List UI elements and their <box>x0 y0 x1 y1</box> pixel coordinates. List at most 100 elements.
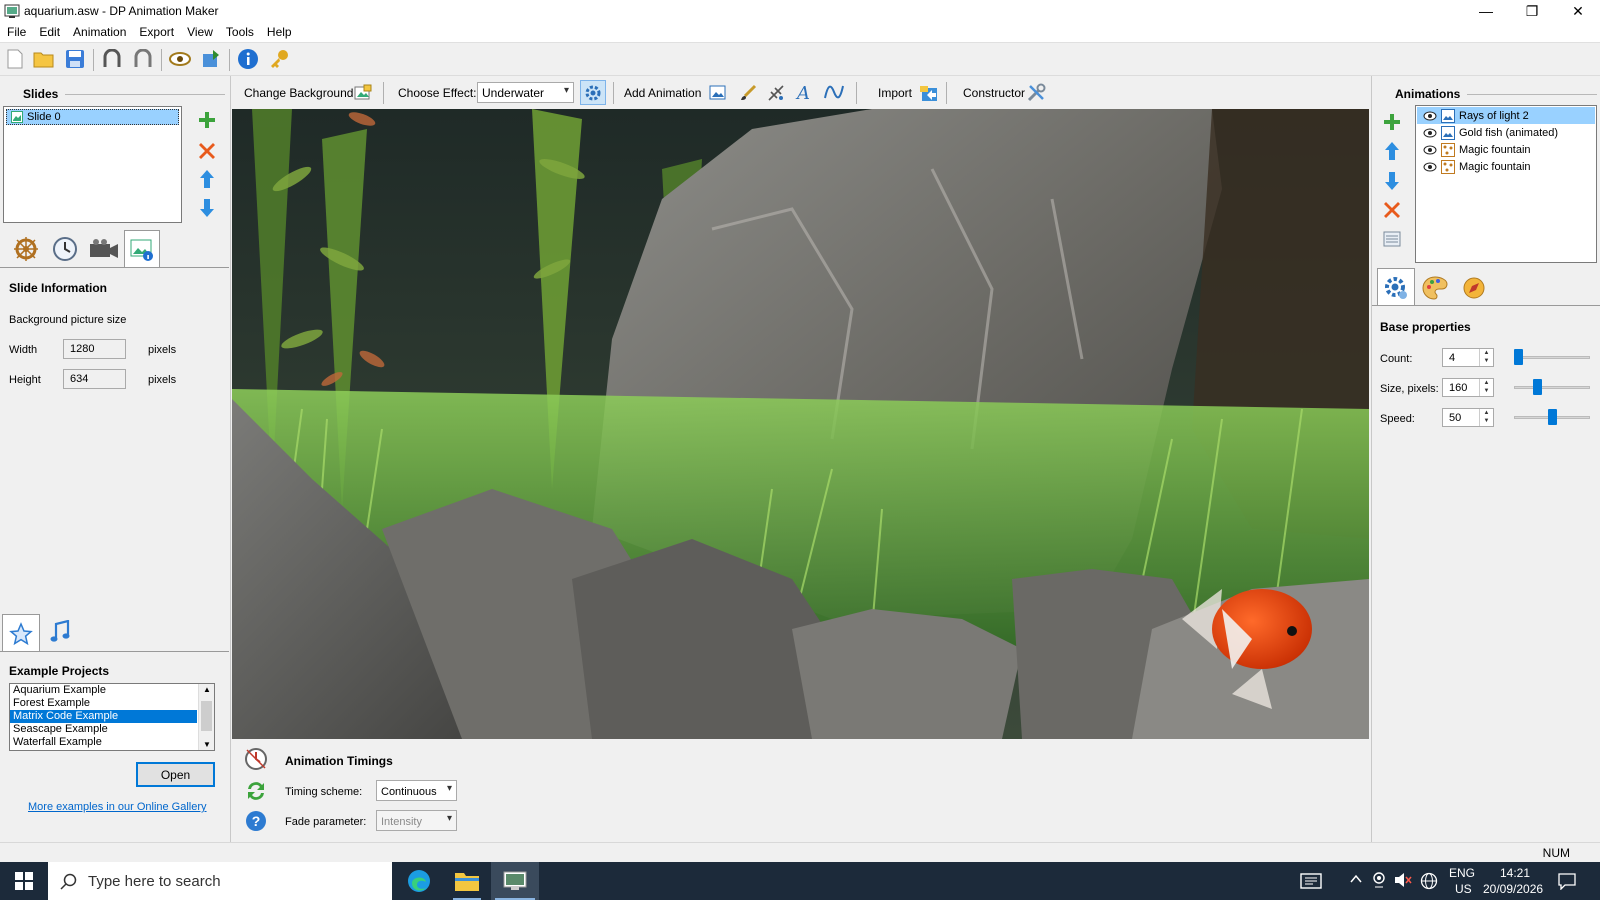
timing-scheme-select[interactable]: Continuous ▾ <box>376 780 457 801</box>
import-icon[interactable] <box>919 83 939 106</box>
chevron-up-icon[interactable]: ▲ <box>203 685 211 694</box>
key-icon[interactable] <box>266 46 292 72</box>
network-globe-icon[interactable] <box>1420 872 1438 893</box>
export-icon[interactable] <box>198 46 224 72</box>
animation-canvas[interactable] <box>232 109 1369 739</box>
constructor-tools-icon[interactable] <box>1026 83 1046 106</box>
webcam-icon[interactable] <box>1372 872 1386 891</box>
add-text-animation-icon[interactable]: A <box>797 83 810 104</box>
add-path-animation-icon[interactable] <box>824 84 844 105</box>
add-slide-icon[interactable] <box>196 109 218 131</box>
region-indicator[interactable]: US <box>1455 882 1472 896</box>
open-folder-icon[interactable] <box>31 46 57 72</box>
tab-motion[interactable] <box>1456 270 1492 306</box>
size-stepper[interactable]: 160 ▲ ▼ <box>1442 378 1494 397</box>
start-button[interactable] <box>0 862 48 900</box>
visibility-eye-icon[interactable] <box>1423 128 1437 138</box>
save-icon[interactable] <box>62 46 88 72</box>
speed-slider-thumb[interactable] <box>1547 409 1557 425</box>
visibility-eye-icon[interactable] <box>1423 111 1437 121</box>
animation-item[interactable]: Rays of light 2 <box>1417 107 1595 124</box>
menu-export[interactable]: Export <box>132 22 180 39</box>
constructor-button[interactable]: Constructor <box>963 86 1025 100</box>
online-gallery-link[interactable]: More examples in our Online Gallery <box>28 801 207 813</box>
effect-settings-button[interactable] <box>580 80 606 105</box>
move-down-icon[interactable] <box>1381 170 1403 192</box>
animation-item[interactable]: Magic fountain <box>1417 158 1595 175</box>
right-splitter[interactable] <box>1371 76 1372 842</box>
move-up-icon[interactable] <box>1381 140 1403 162</box>
move-up-icon[interactable] <box>196 168 218 190</box>
add-particles-animation-icon[interactable] <box>767 84 785 105</box>
preview-eye-icon[interactable] <box>167 46 193 72</box>
new-file-icon[interactable] <box>2 46 28 72</box>
help-icon[interactable]: ? <box>244 809 268 836</box>
stepper-arrows[interactable]: ▲ ▼ <box>1479 379 1493 396</box>
import-button[interactable]: Import <box>878 86 912 100</box>
chevron-down-icon[interactable]: ▼ <box>203 740 211 749</box>
layers-icon[interactable] <box>1381 228 1403 250</box>
delete-slide-icon[interactable] <box>196 140 218 162</box>
count-slider-track[interactable] <box>1514 356 1590 359</box>
animation-item[interactable]: Gold fish (animated) <box>1417 124 1595 141</box>
count-slider-thumb[interactable] <box>1514 349 1523 365</box>
change-background-button[interactable]: Change Background <box>244 86 353 100</box>
undo-icon[interactable] <box>99 46 125 72</box>
stepper-arrows[interactable]: ▲ ▼ <box>1479 349 1493 366</box>
left-splitter[interactable] <box>230 76 231 842</box>
visibility-eye-icon[interactable] <box>1423 145 1437 155</box>
tab-settings[interactable] <box>8 231 44 267</box>
slides-list[interactable]: Slide 0 <box>3 106 182 223</box>
tab-examples[interactable] <box>2 614 40 652</box>
menu-help[interactable]: Help <box>260 22 298 39</box>
menu-tools[interactable]: Tools <box>219 22 260 39</box>
list-item[interactable]: Forest Example <box>10 697 197 710</box>
speaker-muted-icon[interactable] <box>1394 872 1412 891</box>
language-indicator[interactable]: ENG <box>1449 866 1475 880</box>
animations-list[interactable]: Rays of light 2 Gold fish (animated) Mag… <box>1415 105 1597 263</box>
animation-item[interactable]: Magic fountain <box>1417 141 1595 158</box>
tab-music[interactable] <box>42 614 78 650</box>
task-view-icon[interactable] <box>1300 873 1322 892</box>
tab-slide-info[interactable] <box>124 230 160 268</box>
add-animation-icon[interactable] <box>1381 111 1403 133</box>
menu-view[interactable]: View <box>180 22 219 39</box>
visibility-eye-icon[interactable] <box>1423 162 1437 172</box>
menu-edit[interactable]: Edit <box>32 22 66 39</box>
menu-animation[interactable]: Animation <box>66 22 132 39</box>
size-slider-thumb[interactable] <box>1532 379 1542 395</box>
change-background-icon[interactable] <box>354 84 372 105</box>
list-item[interactable]: Aquarium Example <box>10 684 197 697</box>
stepper-arrows[interactable]: ▲ ▼ <box>1479 409 1493 426</box>
speed-stepper[interactable]: 50 ▲ ▼ <box>1442 408 1494 427</box>
example-projects-list[interactable]: Aquarium Example Forest Example Matrix C… <box>9 683 215 751</box>
notification-center-icon[interactable] <box>1558 872 1576 893</box>
scrollbar-thumb[interactable] <box>201 701 212 731</box>
size-slider-track[interactable] <box>1514 386 1590 389</box>
taskbar-explorer-app[interactable] <box>443 862 491 900</box>
chevron-up-icon[interactable] <box>1350 873 1362 887</box>
minimize-button[interactable]: — <box>1463 0 1509 22</box>
slide-item[interactable]: Slide 0 <box>6 109 179 125</box>
close-button[interactable]: ✕ <box>1555 0 1600 22</box>
list-item[interactable]: Waterfall Example <box>10 736 197 749</box>
effect-select[interactable]: Underwater ▾ <box>477 82 574 103</box>
taskbar-edge-app[interactable] <box>395 862 443 900</box>
taskbar-search-box[interactable]: Type here to search <box>48 862 392 900</box>
clock-time[interactable]: 14:21 <box>1500 866 1530 880</box>
move-down-icon[interactable] <box>196 197 218 219</box>
delete-animation-icon[interactable] <box>1381 199 1403 221</box>
restore-button[interactable]: ❐ <box>1509 0 1555 22</box>
info-icon[interactable] <box>235 46 261 72</box>
list-item[interactable]: Seascape Example <box>10 723 197 736</box>
redo-icon[interactable] <box>130 46 156 72</box>
tab-base-properties[interactable] <box>1377 268 1415 306</box>
clock-date[interactable]: 20/09/2026 <box>1483 882 1543 896</box>
add-image-animation-icon[interactable] <box>709 84 727 105</box>
list-item[interactable]: Matrix Code Example <box>10 710 197 723</box>
menu-file[interactable]: File <box>0 22 32 39</box>
count-stepper[interactable]: 4 ▲ ▼ <box>1442 348 1494 367</box>
tab-appearance[interactable] <box>1417 270 1453 306</box>
add-brush-animation-icon[interactable] <box>739 84 757 105</box>
tab-timing[interactable] <box>47 231 83 267</box>
